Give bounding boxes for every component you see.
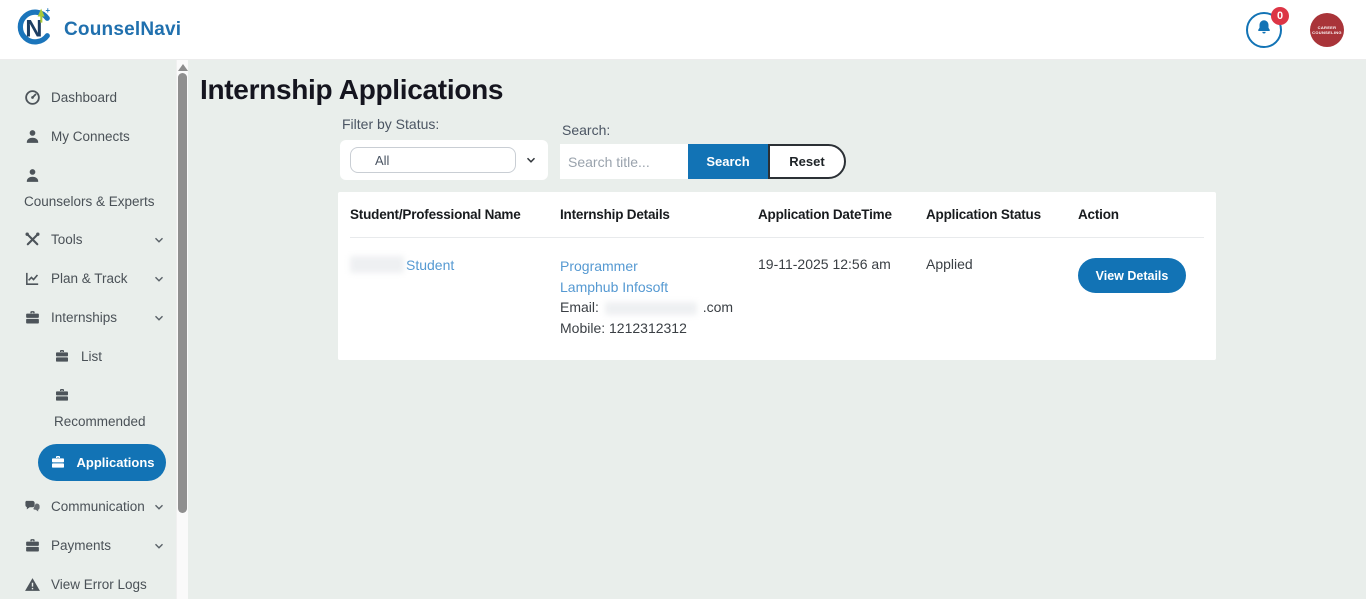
sidebar-item-label: Payments (51, 538, 111, 553)
chat-bubbles-icon (24, 498, 41, 515)
sidebar-item-internships[interactable]: Internships (24, 298, 166, 337)
sidebar-item-payments[interactable]: Payments (24, 526, 166, 565)
mobile-line: Mobile: 1212312312 (560, 318, 758, 339)
internship-title-link[interactable]: Programmer (560, 258, 638, 274)
sidebar-item-internships-list[interactable]: List (54, 337, 166, 376)
table-header-row: Student/Professional Name Internship Det… (350, 192, 1204, 238)
sidebar-item-dashboard[interactable]: Dashboard (24, 78, 166, 117)
sidebar-item-label: Recommended (54, 414, 146, 429)
avatar-text: CAREER COUNSELING (1312, 25, 1342, 35)
email-line: Email: .com (560, 297, 758, 318)
search-label: Search: (562, 122, 846, 138)
column-header-internship-details: Internship Details (560, 207, 758, 222)
notifications-button[interactable]: 0 (1246, 12, 1282, 48)
warning-triangle-icon (24, 576, 41, 593)
person-icon (24, 128, 41, 145)
application-datetime-cell: 19-11-2025 12:56 am (758, 256, 926, 272)
student-name-link[interactable]: Student (406, 257, 454, 273)
search-group: Search: Search Reset (560, 112, 846, 179)
briefcase-icon (54, 348, 71, 365)
chevron-down-icon[interactable] (152, 311, 166, 325)
main-content: Internship Applications Filter by Status… (188, 60, 1366, 599)
redacted-name (350, 256, 404, 273)
tools-icon (24, 231, 41, 248)
view-details-button[interactable]: View Details (1078, 258, 1186, 293)
sidebar-item-counselors-experts[interactable]: Counselors & Experts (24, 156, 166, 220)
sidebar-item-internships-recommended[interactable]: Recommended (54, 376, 166, 440)
sidebar-item-label: Plan & Track (51, 271, 128, 286)
sidebar-item-label: Communication (51, 499, 145, 514)
internships-submenu: List Recommended Applications (24, 337, 166, 481)
status-filter-group: Filter by Status: All (340, 112, 548, 180)
page-title: Internship Applications (200, 74, 1366, 106)
chart-line-icon (24, 270, 41, 287)
applications-table: Student/Professional Name Internship Det… (338, 192, 1216, 360)
bell-icon (1255, 18, 1273, 41)
table-row: Student Programmer Lamphub Infosoft Emai… (350, 238, 1204, 360)
internship-details-cell: Programmer Lamphub Infosoft Email: .com … (560, 256, 758, 338)
sidebar-item-view-error-logs[interactable]: View Error Logs (24, 565, 166, 599)
search-controls: Search Reset (560, 144, 846, 179)
person-icon (24, 167, 41, 184)
chevron-down-icon[interactable] (152, 500, 166, 514)
action-cell: View Details (1078, 256, 1204, 293)
scrollbar-up-arrow[interactable] (178, 64, 188, 71)
application-status-cell: Applied (926, 256, 1078, 272)
brand-logo[interactable]: N + CounselNavi (14, 6, 181, 53)
reset-button[interactable]: Reset (768, 144, 846, 179)
briefcase-icon (50, 454, 67, 471)
app-header: N + CounselNavi 0 CAREER COUNSELING (0, 0, 1366, 60)
column-header-action: Action (1078, 207, 1204, 222)
status-filter-label: Filter by Status: (342, 116, 548, 132)
redacted-email (605, 302, 697, 315)
scrollbar-thumb[interactable] (178, 73, 187, 513)
sidebar-scrollbar[interactable] (176, 60, 188, 599)
sidebar-item-label: Applications (77, 455, 155, 470)
sidebar-item-tools[interactable]: Tools (24, 220, 166, 259)
sidebar-item-label: Tools (51, 232, 83, 247)
svg-text:+: + (46, 6, 51, 15)
email-suffix: .com (703, 299, 733, 315)
briefcase-icon (24, 537, 41, 554)
sidebar-item-label: My Connects (51, 129, 130, 144)
filters-row: Filter by Status: All Search: Search Res… (340, 112, 1366, 180)
sidebar-item-label: Internships (51, 310, 117, 325)
status-filter-box: All (340, 140, 548, 180)
sidebar-item-my-connects[interactable]: My Connects (24, 117, 166, 156)
svg-text:N: N (25, 17, 42, 43)
brand-logo-icon: N + (14, 6, 56, 53)
sidebar-item-label: View Error Logs (51, 577, 147, 592)
column-header-student-name: Student/Professional Name (350, 207, 560, 222)
chevron-down-icon[interactable] (152, 233, 166, 247)
sidebar-item-internships-applications[interactable]: Applications (38, 444, 166, 481)
sidebar-item-communication[interactable]: Communication (24, 487, 166, 526)
sidebar-item-plan-track[interactable]: Plan & Track (24, 259, 166, 298)
sidebar-item-label: Dashboard (51, 90, 117, 105)
sidebar: Dashboard My Connects Counselors & Exper… (0, 60, 176, 599)
column-header-application-datetime: Application DateTime (758, 207, 926, 222)
notification-badge: 0 (1271, 7, 1289, 25)
status-select[interactable]: All (350, 147, 516, 173)
search-input[interactable] (560, 144, 688, 179)
chevron-down-icon[interactable] (152, 272, 166, 286)
brand-name: CounselNavi (64, 19, 181, 41)
briefcase-icon (24, 309, 41, 326)
chevron-down-icon[interactable] (524, 153, 538, 167)
chevron-down-icon[interactable] (152, 539, 166, 553)
student-name-cell: Student (350, 256, 560, 273)
email-label: Email: (560, 299, 599, 315)
sidebar-item-label: List (81, 349, 102, 364)
column-header-application-status: Application Status (926, 207, 1078, 222)
company-link[interactable]: Lamphub Infosoft (560, 279, 668, 295)
sidebar-item-label: Counselors & Experts (24, 194, 155, 209)
avatar[interactable]: CAREER COUNSELING (1310, 13, 1344, 47)
briefcase-icon (54, 387, 71, 404)
search-button[interactable]: Search (688, 144, 768, 179)
dashboard-icon (24, 89, 41, 106)
